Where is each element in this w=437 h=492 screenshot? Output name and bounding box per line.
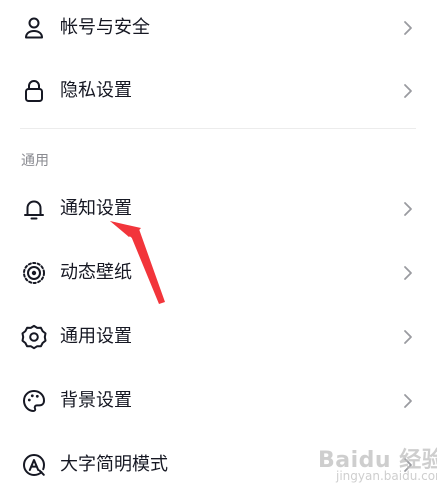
chevron-right-icon (398, 455, 418, 475)
row-general-settings[interactable]: 通用设置 (0, 309, 437, 365)
row-label: 动态壁纸 (60, 262, 132, 283)
row-label: 帐号与安全 (60, 17, 150, 38)
chevron-right-icon (398, 18, 418, 38)
chevron-right-icon (398, 263, 418, 283)
settings-page: 帐号与安全 隐私设置 通用 通知设置 动态壁纸 通用设置 背景设置 大字简明模式… (0, 0, 437, 492)
palette-icon (20, 387, 48, 415)
bell-icon (20, 195, 48, 223)
row-label: 通知设置 (60, 198, 132, 219)
row-large-font-mode[interactable]: 大字简明模式 (0, 437, 437, 492)
row-notification-settings[interactable]: 通知设置 (0, 181, 437, 237)
row-label: 通用设置 (60, 326, 132, 347)
chevron-right-icon (398, 327, 418, 347)
row-label: 大字简明模式 (60, 454, 168, 475)
person-icon (20, 14, 48, 42)
row-label: 隐私设置 (60, 80, 132, 101)
row-account-security[interactable]: 帐号与安全 (0, 0, 437, 56)
chevron-right-icon (398, 391, 418, 411)
row-background-settings[interactable]: 背景设置 (0, 373, 437, 429)
gear-icon (20, 323, 48, 351)
wallpaper-icon (20, 259, 48, 287)
section-divider (20, 128, 416, 129)
row-label: 背景设置 (60, 390, 132, 411)
lock-icon (20, 77, 48, 105)
chevron-right-icon (398, 81, 418, 101)
row-privacy-settings[interactable]: 隐私设置 (0, 63, 437, 119)
chevron-right-icon (398, 199, 418, 219)
font-size-icon (20, 451, 48, 479)
row-live-wallpaper[interactable]: 动态壁纸 (0, 245, 437, 301)
section-title: 通用 (21, 153, 49, 169)
